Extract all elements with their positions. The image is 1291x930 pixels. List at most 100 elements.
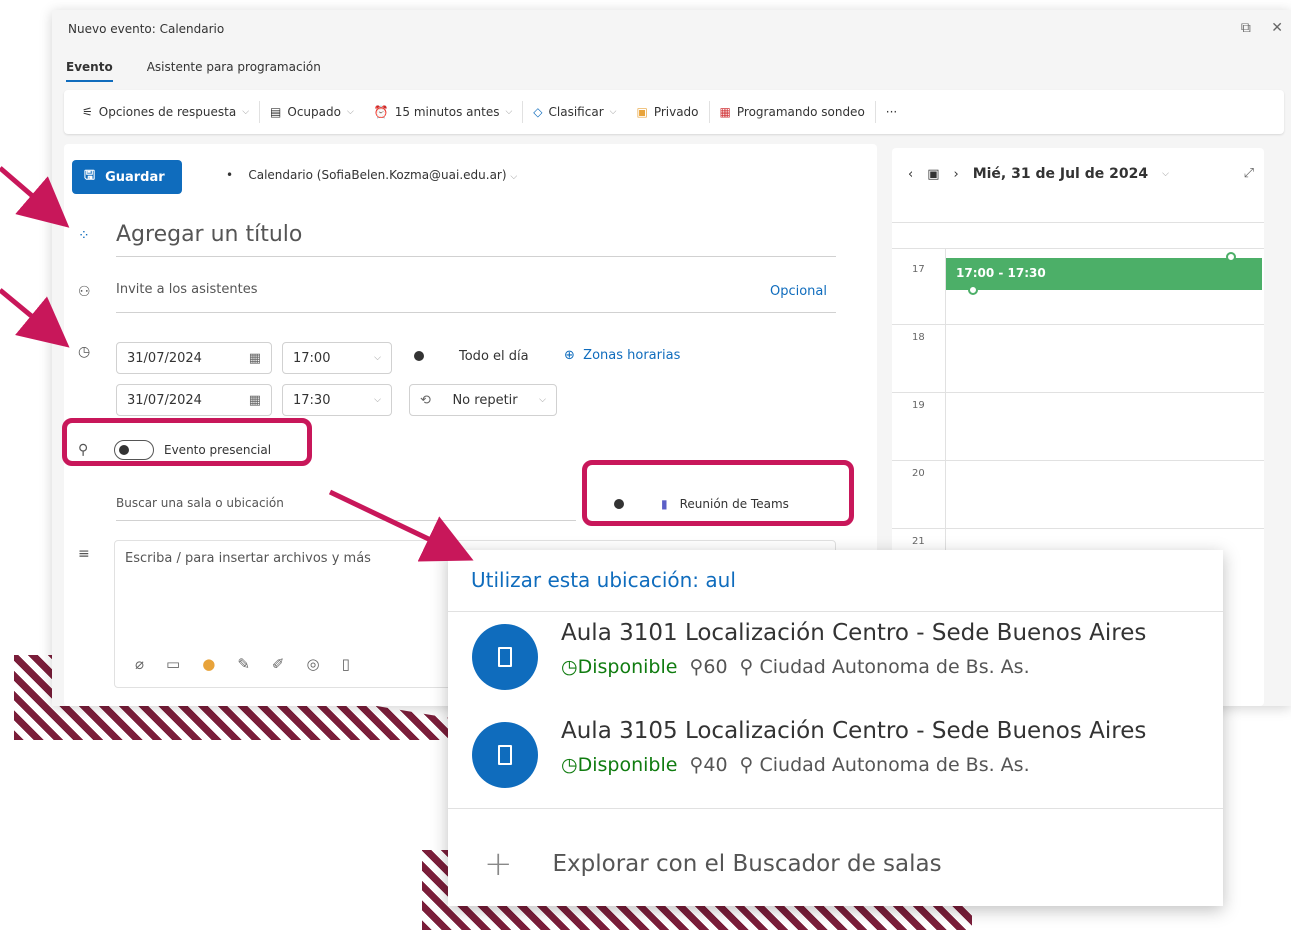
save-icon: 🖫	[84, 168, 96, 183]
categorize-button[interactable]: ◇ Clasificar ⌵	[523, 105, 626, 119]
room-location: ⚲ Ciudad Autonoma de Bs. As.	[740, 656, 1030, 678]
window-controls[interactable]: ⧉ ✕	[1241, 20, 1291, 36]
hour-gridline	[892, 248, 1264, 249]
file-icon[interactable]: ▯	[342, 655, 350, 673]
repeat-dropdown[interactable]: ⟲ No repetir ⌵	[409, 384, 557, 416]
use-this-location-option[interactable]: Utilizar esta ubicación: aul	[471, 568, 736, 592]
hour-gridline	[892, 528, 1264, 529]
capacity: ⚲40	[689, 754, 727, 776]
all-day-toggle-group: Todo el día	[409, 346, 529, 366]
toolbar: ⚟ Opciones de respuesta ⌵ ▤ Ocupado ⌵ ⏰ …	[64, 90, 1284, 134]
arrow-to-title	[0, 166, 70, 228]
capacity: ⚲60	[689, 656, 727, 678]
location-search-input[interactable]: Buscar una sala o ubicación	[116, 496, 284, 510]
globe-icon: ⊕	[564, 348, 575, 363]
all-day-toggle[interactable]	[409, 346, 449, 366]
door-icon	[498, 745, 512, 765]
today-calendar-icon[interactable]: ▣	[927, 167, 939, 182]
chevron-right-icon[interactable]: ›	[954, 167, 959, 182]
hour-gridline	[892, 324, 1264, 325]
tab-event[interactable]: Evento	[66, 60, 113, 82]
room-avatar	[472, 722, 538, 788]
reminder-label: 15 minutos antes	[394, 105, 500, 119]
start-date-field[interactable]: 31/07/2024 ▦	[116, 342, 272, 374]
expand-icon[interactable]: ⤢	[1244, 166, 1254, 181]
chevron-down-icon: ⌵	[510, 172, 518, 182]
chevron-down-icon: ⌵	[609, 107, 617, 117]
end-date-field[interactable]: 31/07/2024 ▦	[116, 384, 272, 416]
event-tabs: Evento Asistente para programación	[66, 60, 321, 82]
chevron-down-icon: ⌵	[1162, 169, 1169, 179]
availability-label: Disponible	[577, 656, 678, 678]
all-day-label: Todo el día	[459, 348, 529, 364]
hour-label: 21	[912, 536, 925, 547]
location-suggestions-popup: Utilizar esta ubicación: aul Aula 3101 L…	[448, 550, 1223, 906]
end-time-field[interactable]: 17:30 ⌵	[282, 384, 392, 416]
optional-attendees-link[interactable]: Opcional	[770, 284, 827, 299]
in-person-highlight	[62, 418, 312, 466]
popup-divider	[448, 808, 1223, 809]
calendar-header: ‹ ▣ › Mié, 31 de Jul de 2024 ⌵	[908, 166, 1169, 182]
more-options-button[interactable]: ···	[876, 105, 907, 119]
private-label: Privado	[653, 105, 699, 119]
timezones-label: Zonas horarias	[583, 348, 681, 363]
location-underline	[116, 520, 576, 521]
save-button[interactable]: 🖫 Guardar	[72, 160, 182, 194]
response-options-icon: ⚟	[82, 105, 93, 119]
start-time-value: 17:00	[293, 350, 331, 366]
hour-label: 20	[912, 468, 925, 479]
hour-label: 17	[912, 264, 925, 275]
attach-icon[interactable]: ⌀	[135, 655, 144, 673]
chevron-down-icon: ⌵	[539, 395, 546, 405]
availability-label: Disponible	[577, 754, 678, 776]
hour-gridline	[892, 460, 1264, 461]
poll-button[interactable]: ▦ Programando sondeo	[710, 105, 875, 119]
end-time-value: 17:30	[293, 392, 331, 408]
room-location-label: Ciudad Autonoma de Bs. As.	[759, 754, 1030, 776]
timezones-button[interactable]: ⊕ Zonas horarias	[564, 348, 680, 363]
room-option[interactable]: Aula 3105 Localización Centro - Sede Bue…	[472, 714, 1212, 794]
loop-icon[interactable]: ◎	[306, 655, 319, 673]
response-options-button[interactable]: ⚟ Opciones de respuesta ⌵	[72, 105, 259, 119]
hour-gridline	[892, 222, 1264, 223]
image-icon[interactable]: ▭	[166, 655, 180, 673]
clock-icon: ◷	[78, 344, 91, 360]
room-finder-label: Explorar con el Buscador de salas	[552, 851, 942, 877]
chevron-down-icon: ⌵	[374, 395, 381, 405]
status-button[interactable]: ▤ Ocupado ⌵	[260, 105, 364, 119]
resize-handle[interactable]	[968, 285, 978, 295]
calendar-selector[interactable]: • Calendario (SofiaBelen.Kozma@uai.edu.a…	[226, 168, 517, 182]
tab-scheduling-assistant[interactable]: Asistente para programación	[147, 60, 321, 82]
tag-icon: ◇	[533, 105, 543, 119]
room-details: ◷Disponible ⚲40 ⚲ Ciudad Autonoma de Bs.…	[561, 754, 1030, 776]
reminder-button[interactable]: ⏰ 15 minutos antes ⌵	[364, 105, 523, 119]
poll-label: Programando sondeo	[736, 105, 865, 119]
window-title: Nuevo evento: Calendario	[68, 22, 225, 36]
room-finder-option[interactable]: + Explorar con el Buscador de salas	[484, 844, 942, 884]
attendees-underline	[116, 312, 836, 313]
availability-status: ◷Disponible	[561, 656, 677, 678]
room-details: ◷Disponible ⚲60 ⚲ Ciudad Autonoma de Bs.…	[561, 656, 1030, 678]
calendar-date[interactable]: Mié, 31 de Jul de 2024	[973, 166, 1148, 182]
editor-toolbar: ⌀ ▭ ● ✎ ✐ ◎ ▯	[135, 655, 350, 673]
start-time-field[interactable]: 17:00 ⌵	[282, 342, 392, 374]
event-block[interactable]: 17:00 - 17:30	[946, 258, 1262, 290]
chevron-down-icon: ⌵	[505, 107, 513, 117]
categorize-label: Clasificar	[548, 105, 604, 119]
private-button[interactable]: ▣ Privado	[626, 105, 708, 119]
chevron-left-icon[interactable]: ‹	[908, 167, 913, 182]
title-input[interactable]: Agregar un título	[116, 222, 302, 247]
poll-icon: ▦	[719, 105, 731, 119]
room-option[interactable]: Aula 3101 Localización Centro - Sede Bue…	[472, 616, 1212, 696]
attendees-input[interactable]: Invite a los asistentes	[116, 282, 258, 297]
teams-highlight	[582, 460, 854, 526]
calendar-icon: ▦	[248, 392, 261, 408]
status-label: Ocupado	[287, 105, 341, 119]
availability-status: ◷Disponible	[561, 754, 677, 776]
resize-handle[interactable]	[1226, 252, 1236, 262]
pen-icon[interactable]: ✐	[272, 655, 285, 673]
response-options-label: Opciones de respuesta	[98, 105, 237, 119]
emoji-icon[interactable]: ●	[202, 655, 215, 673]
highlight-icon[interactable]: ✎	[237, 655, 250, 673]
busy-icon: ▤	[270, 105, 282, 119]
